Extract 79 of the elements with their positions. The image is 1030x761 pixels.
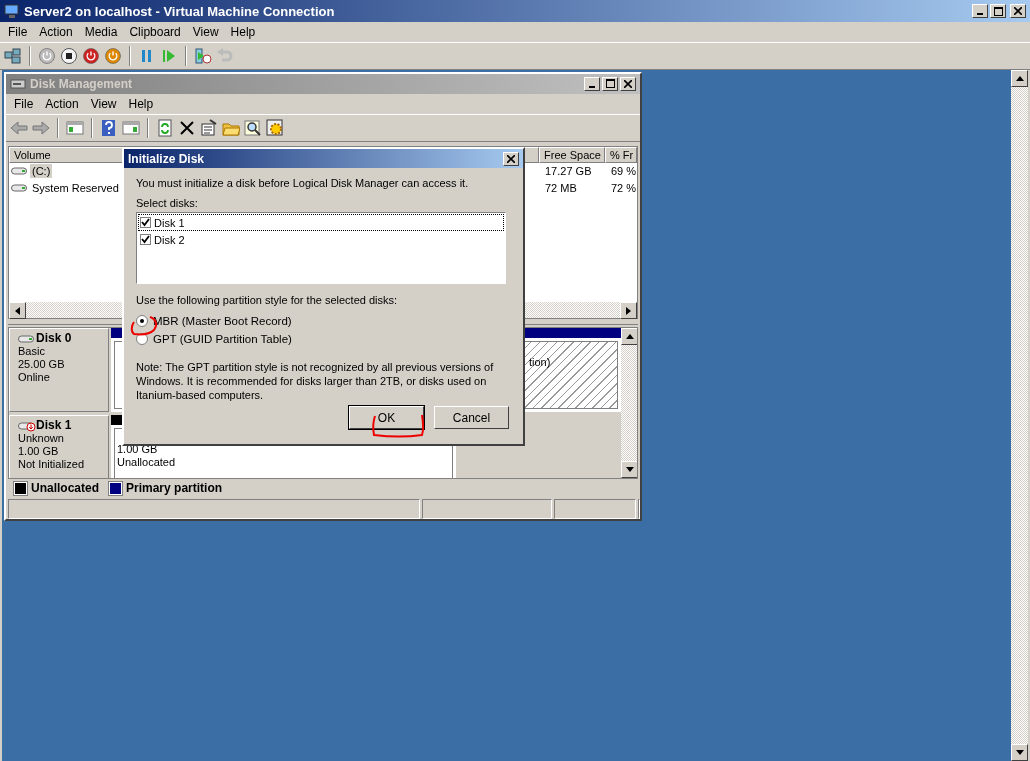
table-cell-text: 17.27 GB [544,165,593,178]
minimize-button[interactable] [584,76,600,91]
scroll-down-icon[interactable] [625,467,634,473]
disk-name: Disk 0 [36,332,72,346]
power-icon[interactable] [104,47,122,65]
close-icon[interactable] [624,79,632,88]
window-title: Disk Management [30,76,133,91]
close-button[interactable] [620,76,636,91]
vertical-scrollbar[interactable] [1011,70,1028,761]
disk-listbox[interactable]: Disk 1 Disk 2 [136,212,506,284]
close-icon[interactable] [1014,7,1022,15]
window-title: Server2 on localhost - Virtual Machine Connection [24,3,335,19]
snapshot-icon[interactable] [194,47,212,65]
vertical-scrollbar[interactable] [621,328,637,479]
table-cell-text: 69 % [610,165,637,178]
close-button[interactable] [503,151,519,166]
menu-item[interactable]: File [2,23,34,41]
computer-icon [4,3,20,19]
select-disks-label: Select disks: [136,197,199,209]
delete-icon[interactable] [178,118,196,137]
list-item[interactable]: System Reserved [30,181,121,196]
column-header[interactable]: Free Space [539,146,605,163]
annotation-mark [372,414,425,438]
disk-status: Online [18,371,51,385]
scroll-left-icon[interactable] [15,306,20,315]
disk-type: Basic [18,345,46,359]
menu-item[interactable]: Media [78,23,124,41]
table-cell-text: 72 MB [544,182,578,195]
disk-size: 1.00 GB [18,445,60,459]
magnifier-icon[interactable] [244,118,262,137]
checkbox-label[interactable]: Disk 1 [154,216,185,229]
help-icon[interactable] [100,118,118,137]
radio-button[interactable] [136,315,148,327]
partition-style-label: Use the following partition style for the selected disks: [136,294,399,306]
gear-icon[interactable] [266,118,284,137]
checkbox-label[interactable]: Disk 2 [154,233,185,246]
menu-item[interactable]: View [186,23,225,41]
menu-item[interactable]: Action [39,94,85,113]
disk-status: Not Initialized [18,458,86,472]
stop-icon[interactable] [60,47,78,65]
menu-item[interactable]: Help [122,94,160,113]
properties-icon[interactable] [200,118,218,137]
dialog-message: You must initialize a disk before Logical Disk Manager can access it. [136,177,470,189]
menu-item[interactable]: Help [224,23,262,41]
menu-item[interactable]: Clipboard [123,23,187,41]
menu-item[interactable]: File [8,94,40,113]
scroll-up-icon[interactable] [1015,76,1024,81]
scroll-down-icon[interactable] [1015,750,1024,755]
close-icon[interactable] [507,154,515,163]
disk-name: Disk 1 [36,419,72,433]
partition-label: tion) [528,356,552,370]
partition-label: Unallocated [117,456,177,470]
minimize-button[interactable] [972,4,988,18]
disk-info-panel[interactable]: Disk 0 Basic 25.00 GB Online [9,328,109,413]
legend-label: Primary partition [126,481,223,496]
disk-warning-icon [18,419,36,432]
menu-item[interactable]: Action [33,23,79,41]
column-header[interactable]: % Fr [605,146,637,163]
cancel-button[interactable]: Cancel [434,406,509,429]
scroll-up-icon[interactable] [625,334,634,340]
radio-label[interactable]: GPT (GUID Partition Table) [153,333,292,345]
disk-size: 25.00 GB [18,358,66,372]
menu-item[interactable]: View [84,94,123,113]
checkbox[interactable] [140,217,151,228]
power-icon[interactable] [82,47,100,65]
legend-label: Unallocated [31,481,99,496]
scroll-right-icon[interactable] [626,306,631,315]
drive-icon [10,76,26,91]
panel-icon[interactable] [66,118,84,137]
list-item[interactable]: (C:) [30,164,53,179]
close-button[interactable] [1010,4,1026,18]
disk-type: Unknown [18,432,65,446]
table-cell-text: 72 % [610,182,637,195]
dialog-title: Initialize Disk [128,151,205,166]
panel-icon[interactable] [122,118,140,137]
ok-button[interactable]: OK [349,406,424,429]
note-text: Note: The GPT partition style is not recognized by all previous versions of Windows. It is recommended for disks larger than 2TB, or disks used on Itanium-based computers. [136,360,495,402]
disk-info-panel[interactable]: Disk 1 Unknown 1.00 GB Not Initialized [9,415,109,479]
checkbox[interactable] [140,234,151,245]
